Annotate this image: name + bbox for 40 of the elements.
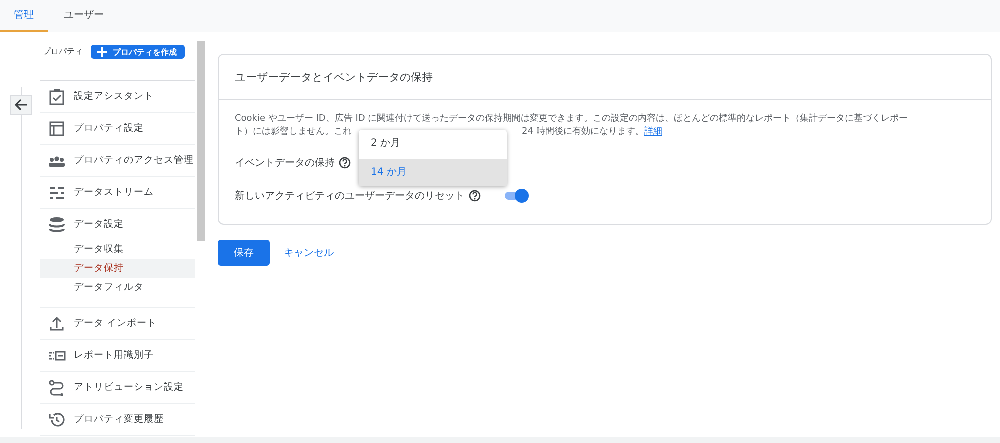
toggle-switch[interactable] [505, 188, 529, 202]
clipboard-check-icon [48, 88, 66, 106]
sidebar-item[interactable]: プロパティ設定 [40, 113, 195, 144]
sidebar-subitem[interactable]: データ収集 [40, 240, 195, 259]
description-text: 24 時間後に有効になります。 [522, 126, 644, 139]
property-label: プロパティ [42, 46, 83, 58]
help-icon [469, 190, 481, 202]
sidebar-subitem[interactable]: データフィルタ [40, 278, 195, 297]
sidebar-item[interactable]: プロパティのアクセス管理 [40, 145, 195, 176]
upload-icon [48, 314, 66, 332]
reset-label: 新しいアクティビティのユーザーデータのリセット [235, 190, 465, 202]
back-button[interactable] [10, 95, 32, 115]
sidebar-item[interactable]: アトリビューション設定 [40, 372, 195, 403]
sidebar-item[interactable]: データ設定 [40, 209, 195, 240]
dropdown-option[interactable]: 14 か月 [359, 159, 507, 186]
card-title: ユーザーデータとイベントデータの保持 [219, 55, 991, 100]
sidebar-subitem[interactable]: データ保持 [40, 259, 195, 278]
sidebar-item[interactable]: データストリーム [40, 177, 195, 208]
create-property-button[interactable]: プロパティを作成 [91, 45, 185, 59]
save-button[interactable]: 保存 [218, 240, 270, 266]
history-icon [48, 410, 66, 428]
description-text: ト）には影響しません。これ [235, 126, 352, 139]
back-arrow-icon [14, 98, 28, 112]
description-text: Cookie やユーザー ID、広告 ID に関連付けて送ったデータの保持期間は変更できます。この設定の内容は、ほとんどの標準的なレポート（集計データに基づくレポー [235, 113, 910, 126]
scrollbar[interactable] [197, 41, 205, 241]
event-retention-label: イベントデータの保持 [235, 156, 335, 170]
sidebar-item[interactable]: レポート用識別子 [40, 340, 195, 371]
sidebar-item[interactable]: プロパティ変更履歴 [40, 404, 195, 435]
cancel-button[interactable]: キャンセル [284, 242, 334, 264]
tab[interactable]: ユーザー [48, 0, 120, 32]
plus-icon [97, 47, 107, 57]
route-icon [48, 378, 66, 396]
sidebar-item[interactable]: データ インポート [40, 308, 195, 339]
database-icon [48, 216, 66, 234]
sidebar-item[interactable]: 設定アシスタント [40, 81, 195, 112]
dropdown-option[interactable]: 2 か月 [359, 130, 507, 157]
layout-icon [48, 120, 66, 138]
details-link[interactable]: 詳細 [644, 126, 662, 139]
help-icon [339, 156, 351, 168]
tab[interactable]: 管理 [0, 0, 48, 32]
